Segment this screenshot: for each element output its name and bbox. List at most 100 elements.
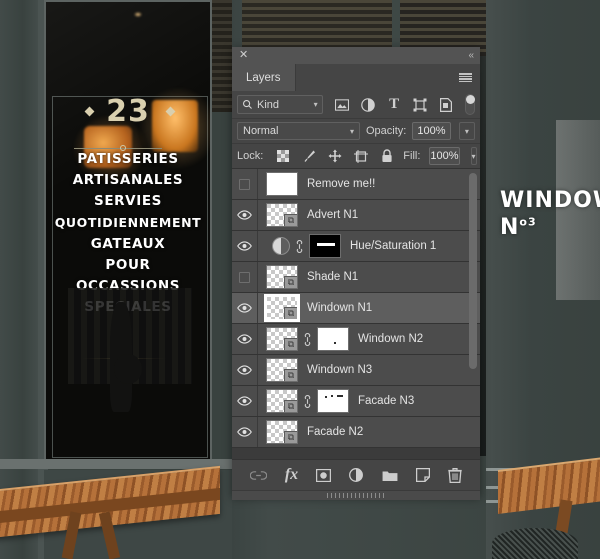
pixel-layer-filter-icon[interactable] [335,97,350,112]
layer-list: Remove me!! ⧉ Advert N1 Hue/Saturation 1 ⧉ Sh… [232,169,480,459]
panel-resize-grip[interactable] [232,490,480,500]
mask-link-icon[interactable] [301,394,314,408]
layer-list-scrollbar[interactable] [469,173,477,455]
layer-name: Windown N3 [307,364,373,376]
layer-visibility-toggle[interactable] [232,169,258,199]
chevron-down-icon: ▾ [313,100,318,109]
layer-row[interactable]: Remove me!! [232,169,480,200]
mask-stroke [317,243,335,246]
layer-row[interactable]: ⧉ Facade N2 [232,417,480,448]
layer-name: Facade N2 [307,426,364,438]
layer-name: Advert N1 [307,209,359,221]
opacity-label: Opacity: [365,125,407,137]
panel-title-bar: ✕ « [232,47,480,64]
layer-thumbnail[interactable] [266,172,298,196]
layer-mask-thumbnail[interactable] [317,389,349,413]
lock-label: Lock: [237,150,264,162]
adjustment-layer-thumbnail[interactable] [272,237,290,255]
layer-row[interactable]: ⧉ Windown N1 [232,293,480,324]
layer-visibility-toggle[interactable] [232,293,258,323]
smart-object-filter-icon[interactable] [439,97,454,112]
layer-row[interactable]: ⧉ Advert N1 [232,200,480,231]
smart-object-badge: ⧉ [284,431,297,443]
lock-all-icon[interactable] [379,149,394,164]
mask-link-icon[interactable] [293,239,306,253]
opacity-stepper[interactable]: ▾ [458,122,475,140]
layer-row[interactable]: Hue/Saturation 1 [232,231,480,262]
lock-artboard-nesting-icon[interactable] [353,149,368,164]
visibility-off-checkbox [239,271,250,283]
lock-icons [275,149,394,164]
fx-label: fx [284,466,299,483]
layer-mask-thumbnail[interactable] [309,234,341,258]
layer-name: Windown N1 [307,302,373,314]
layers-panel: ✕ « Layers Kind ▾ T Normal ▾ Opacity: 10… [232,47,480,500]
layer-visibility-toggle[interactable] [232,355,258,385]
new-layer-button[interactable] [416,468,431,482]
facade-left-wall [0,0,38,559]
filter-kind-label: Kind [257,98,280,111]
blend-mode-row: Normal ▾ Opacity: 100% ▾ [232,119,480,144]
layer-row[interactable]: ⧉ Facade N3 [232,386,480,417]
panel-menu-icon[interactable] [459,73,472,82]
layer-thumbnail[interactable]: ⧉ [266,327,298,351]
window-sign-no: N [500,215,520,240]
layer-visibility-toggle[interactable] [232,200,258,230]
layer-thumbnail[interactable]: ⧉ [264,294,300,322]
add-layer-mask-button[interactable] [316,468,332,482]
layer-row[interactable]: ⧉ Shade N1 [232,262,480,293]
smart-object-badge: ⧉ [284,400,297,412]
new-adjustment-layer-button[interactable] [349,467,364,483]
glass-reflection-sheen [46,2,210,460]
layer-row[interactable]: ⧉ Windown N2 [232,324,480,355]
layer-thumbnail[interactable]: ⧉ [266,203,298,227]
blend-mode-dropdown[interactable]: Normal ▾ [237,122,360,140]
layer-style-fx-button[interactable]: fx [285,466,298,484]
mask-link-icon[interactable] [301,332,314,346]
layer-name: Hue/Saturation 1 [350,240,437,252]
opacity-input[interactable]: 100% [412,122,451,140]
smart-object-badge: ⧉ [284,214,297,226]
layer-thumbnail[interactable]: ⧉ [266,265,298,289]
layer-visibility-toggle[interactable] [232,324,258,354]
shape-layer-filter-icon[interactable] [413,97,428,112]
delete-layer-button[interactable] [448,467,462,483]
collapse-panel-icon[interactable]: « [468,50,473,61]
link-layers-button[interactable] [249,470,267,481]
layer-visibility-toggle[interactable] [232,386,258,416]
blend-mode-value: Normal [243,125,279,137]
filter-kind-dropdown[interactable]: Kind ▾ [237,95,323,114]
layer-visibility-toggle[interactable] [232,231,258,261]
mask-mark [331,395,333,397]
layer-thumbnail[interactable]: ⧉ [266,358,298,382]
type-layer-filter-icon[interactable]: T [387,97,402,112]
layer-thumbnail[interactable]: ⧉ [266,389,298,413]
layer-name: Windown N2 [358,333,424,345]
wicker-chair [492,528,578,559]
mask-mark [325,396,327,398]
layer-mask-thumbnail[interactable] [317,327,349,351]
smart-object-badge: ⧉ [284,338,297,350]
smart-object-badge: ⧉ [284,369,297,381]
smart-object-badge: ⧉ [284,307,297,319]
window-sign-degree: o [519,215,528,229]
filter-type-icons: T [335,97,454,112]
lock-position-icon[interactable] [327,149,342,164]
layer-visibility-toggle[interactable] [232,417,258,447]
fill-input[interactable]: 100% [429,147,460,165]
scrollbar-thumb[interactable] [469,173,477,369]
layer-row[interactable]: ⧉ Windown N3 [232,355,480,386]
type-glyph: T [389,96,400,112]
layer-visibility-toggle[interactable] [232,262,258,292]
fill-stepper[interactable]: ▾ [470,147,477,165]
tab-layers[interactable]: Layers [232,64,296,91]
window-sign-superscript: 3 [527,215,537,229]
lock-image-pixels-icon[interactable] [301,149,316,164]
lock-transparent-pixels-icon[interactable] [275,149,290,164]
filter-enable-toggle[interactable] [464,94,475,115]
close-icon[interactable]: ✕ [239,50,248,61]
new-group-button[interactable] [382,469,398,482]
adjustment-layer-filter-icon[interactable] [361,97,376,112]
layer-thumbnail[interactable]: ⧉ [266,420,298,444]
lock-row: Lock: Fill: 100% ▾ [232,144,480,169]
